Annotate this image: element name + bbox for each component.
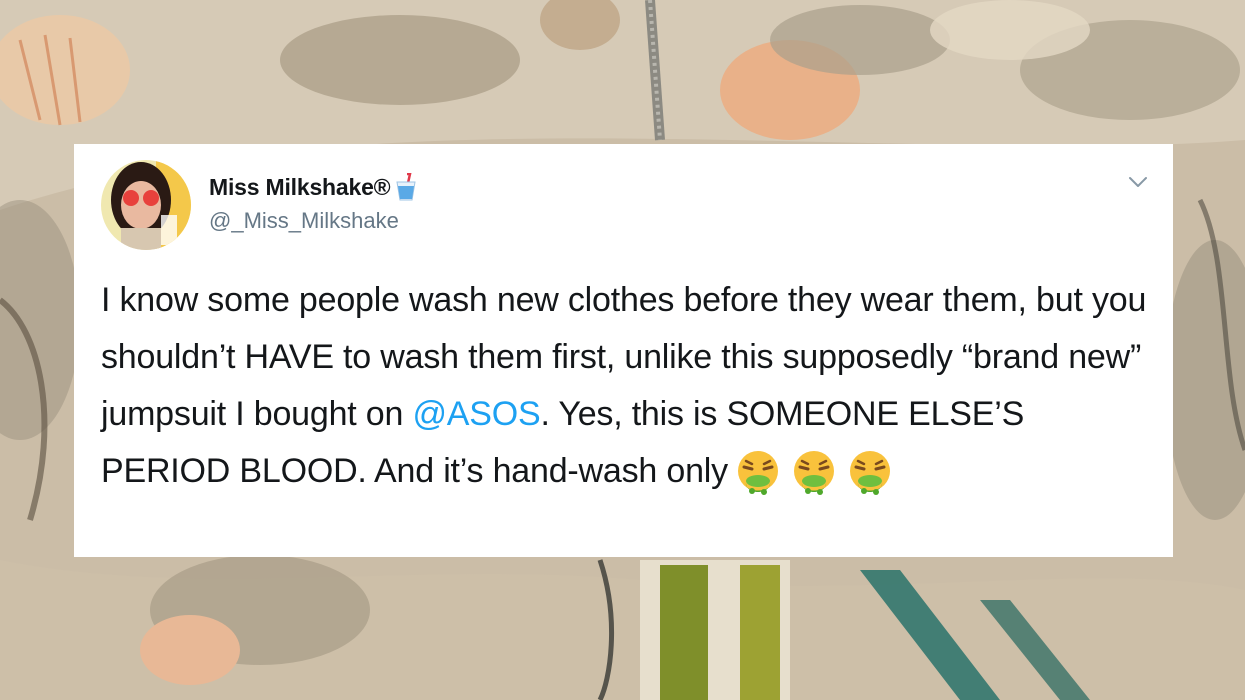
emoji-row: [734, 449, 902, 497]
face-vomiting-icon: [734, 449, 782, 497]
face-vomiting-icon: [846, 449, 894, 497]
cup-with-straw-icon: [394, 172, 418, 201]
chevron-down-icon[interactable]: [1126, 174, 1150, 190]
tweet-card: Miss Milkshake® @_Miss_Milkshake I know …: [74, 144, 1173, 557]
user-handle[interactable]: @_Miss_Milkshake: [209, 208, 399, 234]
avatar[interactable]: [101, 160, 191, 250]
display-name[interactable]: Miss Milkshake®: [209, 174, 391, 201]
face-vomiting-icon: [790, 449, 838, 497]
tweet-text: I know some people wash new clothes befo…: [101, 272, 1161, 500]
user-name-row: Miss Milkshake®: [209, 172, 418, 202]
mention-link[interactable]: @ASOS: [412, 395, 540, 433]
